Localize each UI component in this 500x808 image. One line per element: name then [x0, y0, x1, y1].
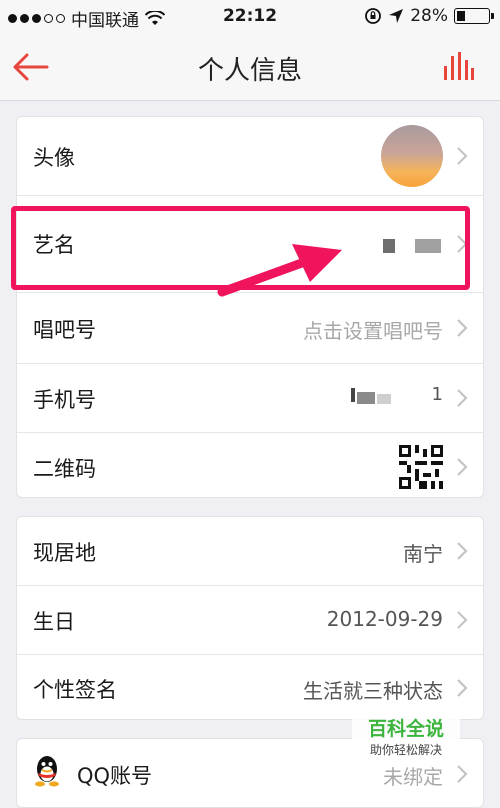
navigation-bar: 个人信息: [0, 34, 500, 101]
chevron-right-icon: [455, 145, 469, 167]
phone-row[interactable]: 手机号 1: [17, 364, 483, 433]
status-right: 28%: [364, 6, 494, 26]
battery-percent: 28%: [410, 6, 448, 26]
info-card: 现居地 南宁 生日 2012-09-29 个性签名 生活就三种状态: [16, 516, 484, 720]
avatar-row[interactable]: 头像: [17, 117, 483, 196]
watermark-subtitle: 助你轻松解决: [369, 743, 442, 757]
location-arrow-icon: [389, 9, 404, 23]
chevron-right-icon: [455, 540, 469, 562]
chevron-right-icon: [455, 317, 469, 339]
location-row[interactable]: 现居地 南宁: [17, 517, 483, 586]
chevron-right-icon: [455, 763, 469, 785]
chevron-right-icon: [455, 233, 469, 255]
changba-id-placeholder: 点击设置唱吧号: [303, 319, 443, 343]
signature-label: 个性签名: [33, 678, 117, 702]
stage-name-value-redacted: [383, 239, 395, 253]
phone-value-redacted: [351, 388, 355, 402]
bar-chart-icon[interactable]: [442, 50, 474, 82]
profile-card: 头像 艺名 唱吧号 点击设置唱吧号 手机号 1 二维码: [16, 116, 484, 498]
stage-name-row[interactable]: 艺名: [17, 196, 483, 293]
chevron-right-icon: [455, 456, 469, 478]
watermark: 百科全说 助你轻松解决: [352, 714, 460, 762]
battery-icon: [454, 8, 494, 24]
qr-code-icon: [399, 445, 443, 489]
qrcode-row[interactable]: 二维码: [17, 433, 483, 501]
avatar: [381, 125, 443, 187]
phone-value-redacted: [357, 392, 375, 404]
status-bar: 中国联通 22:12 28%: [0, 0, 500, 34]
qrcode-label: 二维码: [33, 457, 96, 481]
stage-name-value-redacted: [415, 239, 441, 253]
watermark-title: 百科全说: [367, 718, 444, 740]
avatar-label: 头像: [33, 146, 75, 170]
chevron-right-icon: [455, 609, 469, 631]
changba-id-label: 唱吧号: [33, 318, 96, 342]
chevron-right-icon: [455, 677, 469, 699]
qq-penguin-icon: [35, 756, 59, 787]
chevron-right-icon: [455, 387, 469, 409]
qq-account-value: 未绑定: [383, 765, 443, 789]
signature-row[interactable]: 个性签名 生活就三种状态: [17, 655, 483, 721]
location-label: 现居地: [33, 541, 96, 565]
birthday-row[interactable]: 生日 2012-09-29: [17, 586, 483, 655]
phone-value-redacted: [377, 394, 391, 404]
page-title: 个人信息: [197, 56, 302, 86]
stage-name-label: 艺名: [33, 233, 75, 257]
rotation-lock-icon: [365, 8, 382, 24]
phone-label: 手机号: [33, 388, 96, 412]
birthday-value: 2012-09-29: [326, 607, 443, 631]
qq-account-label: QQ账号: [77, 764, 153, 788]
changba-id-row[interactable]: 唱吧号 点击设置唱吧号: [17, 293, 483, 364]
phone-visible-end: 1: [431, 384, 443, 405]
birthday-label: 生日: [33, 610, 75, 634]
location-value: 南宁: [403, 542, 443, 566]
signature-value: 生活就三种状态: [303, 679, 443, 703]
